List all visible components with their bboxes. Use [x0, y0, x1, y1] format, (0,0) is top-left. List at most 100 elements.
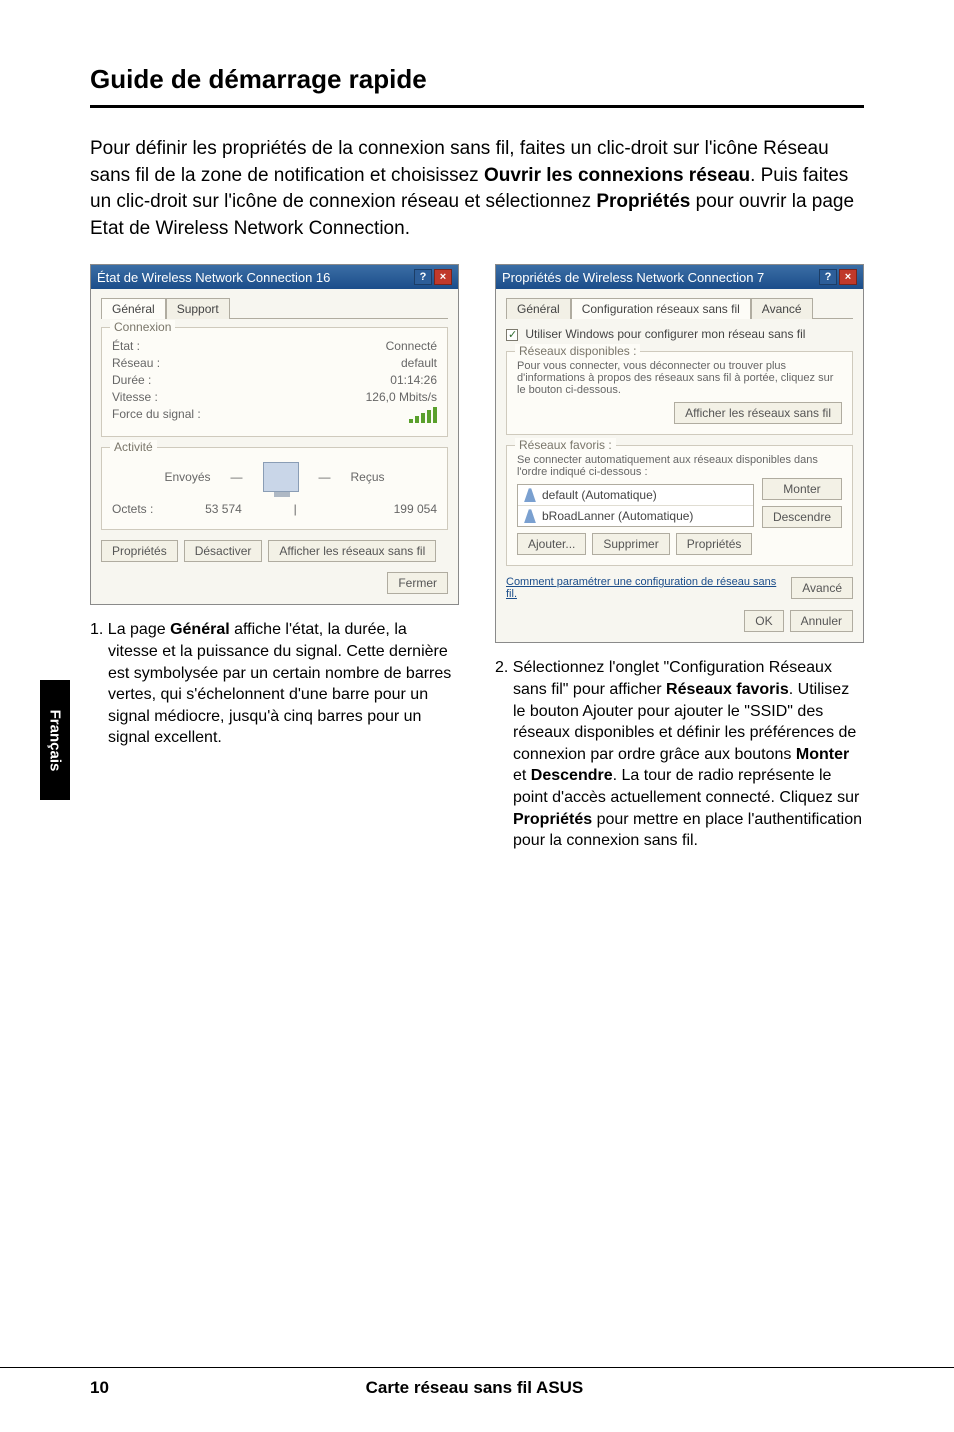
dash1: — [231, 470, 243, 484]
envoyes-value: 53 574 [153, 502, 293, 516]
status-button-row: Propriétés Désactiver Afficher les résea… [101, 540, 448, 562]
activity-group: Activité Envoyés — — Reçus Octets : 53 5… [101, 447, 448, 530]
page: Guide de démarrage rapide Pour définir l… [0, 0, 954, 1432]
duree-value: 01:14:26 [390, 373, 437, 387]
status-dialog-titlebar: État de Wireless Network Connection 16 ?… [91, 265, 458, 289]
title-rule [90, 105, 864, 108]
right-column: Propriétés de Wireless Network Connectio… [495, 264, 864, 851]
recus-value: 199 054 [297, 502, 437, 516]
afficher-reseaux-sans-fil-button[interactable]: Afficher les réseaux sans fil [674, 402, 842, 424]
preferred-desc: Se connecter automatiquement aux réseaux… [517, 454, 842, 478]
proprietes-net-button[interactable]: Propriétés [676, 533, 753, 555]
close-icon-2[interactable]: × [839, 269, 857, 285]
status-dialog-title: État de Wireless Network Connection 16 [97, 270, 330, 285]
caption-left: 1. La page Général affiche l'état, la du… [90, 619, 459, 749]
preferred-button-row: Ajouter... Supprimer Propriétés [517, 533, 842, 555]
help-icon-2[interactable]: ? [819, 269, 837, 285]
move-buttons: Monter Descendre [762, 478, 842, 533]
help-icon[interactable]: ? [414, 269, 432, 285]
properties-dialog-title: Propriétés de Wireless Network Connectio… [502, 270, 764, 285]
tower-icon [524, 488, 536, 502]
use-windows-checkbox[interactable] [506, 329, 518, 341]
signal-strength-icon [409, 407, 437, 423]
monter-button[interactable]: Monter [762, 478, 842, 500]
tab-general[interactable]: Général [101, 298, 166, 319]
available-desc: Pour vous connecter, vous déconnecter ou… [517, 360, 842, 396]
force-label: Force du signal : [112, 407, 201, 423]
vitesse-label: Vitesse : [112, 390, 158, 404]
close-icon[interactable]: × [434, 269, 452, 285]
status-footer: Fermer [101, 572, 448, 594]
supprimer-button[interactable]: Supprimer [592, 533, 669, 555]
available-btn-row: Afficher les réseaux sans fil [517, 402, 842, 424]
two-column-layout: État de Wireless Network Connection 16 ?… [90, 264, 864, 851]
product-name: Carte réseau sans fil ASUS [109, 1378, 840, 1398]
available-legend: Réseaux disponibles : [515, 344, 640, 358]
descendre-button[interactable]: Descendre [762, 506, 842, 528]
vitesse-value: 126,0 Mbits/s [366, 390, 437, 404]
tab-avance[interactable]: Avancé [751, 298, 813, 319]
config-footer-row: Comment paramétrer une configuration de … [506, 576, 853, 600]
status-dialog-body: Général Support Connexion État : Connecté… [91, 289, 458, 604]
reseau-label: Réseau : [112, 356, 160, 370]
recus-label: Reçus [351, 470, 385, 484]
use-windows-row: Utiliser Windows pour configurer mon rés… [506, 327, 853, 341]
titlebar-buttons-2: ? × [819, 269, 857, 285]
ok-button[interactable]: OK [744, 610, 783, 632]
page-number: 10 [90, 1378, 109, 1398]
sidetab-label: Français [47, 709, 64, 771]
ajouter-button[interactable]: Ajouter... [517, 533, 586, 555]
status-tabs: Général Support [101, 297, 448, 319]
properties-footer: OK Annuler [506, 610, 853, 632]
activity-row: Envoyés — — Reçus [112, 462, 437, 492]
properties-dialog-body: Général Configuration réseaux sans fil A… [496, 289, 863, 642]
afficher-reseaux-button[interactable]: Afficher les réseaux sans fil [268, 540, 436, 562]
annuler-button[interactable]: Annuler [790, 610, 853, 632]
properties-dialog-titlebar: Propriétés de Wireless Network Connectio… [496, 265, 863, 289]
etat-value: Connecté [386, 339, 437, 353]
titlebar-buttons: ? × [414, 269, 452, 285]
cap-left-rest: affiche l'état, la durée, la vitesse et … [108, 621, 451, 746]
avance-button[interactable]: Avancé [791, 577, 853, 599]
intro-b2: Propriétés [596, 191, 690, 212]
cap-r-m2: et [513, 767, 531, 784]
page-title: Guide de démarrage rapide [90, 64, 864, 95]
cap-r-b4: Propriétés [513, 811, 592, 828]
tower-icon [524, 509, 536, 523]
item1-label: default (Automatique) [542, 488, 657, 502]
connection-legend: Connexion [110, 320, 175, 334]
preferred-networks-group: Réseaux favoris : Se connecter automatiq… [506, 445, 853, 566]
properties-tabs: Général Configuration réseaux sans fil A… [506, 297, 853, 319]
tab-general-2[interactable]: Général [506, 298, 571, 319]
fermer-button[interactable]: Fermer [387, 572, 448, 594]
reseau-value: default [401, 356, 437, 370]
tab-support[interactable]: Support [166, 298, 230, 319]
caption-right: 2. Sélectionnez l'onglet "Configuration … [495, 657, 864, 851]
use-windows-label: Utiliser Windows pour configurer mon rés… [525, 327, 805, 341]
tab-config-reseaux[interactable]: Configuration réseaux sans fil [571, 298, 751, 319]
page-footer: 10 Carte réseau sans fil ASUS [0, 1367, 954, 1398]
intro-b1: Ouvrir les connexions réseau [484, 165, 750, 186]
octets-label: Octets : [112, 502, 153, 516]
properties-dialog: Propriétés de Wireless Network Connectio… [495, 264, 864, 643]
cap-r-b1: Réseaux favoris [666, 681, 789, 698]
proprietes-button[interactable]: Propriétés [101, 540, 178, 562]
left-column: État de Wireless Network Connection 16 ?… [90, 264, 459, 851]
list-item[interactable]: bRoadLanner (Automatique) [518, 506, 753, 526]
cap-left-lead: 1. La page [90, 621, 170, 638]
preferred-listbox[interactable]: default (Automatique) bRoadLanner (Autom… [517, 484, 754, 527]
cap-left-b1: Général [170, 621, 230, 638]
connection-group: Connexion État :Connecté Réseau :default… [101, 327, 448, 437]
etat-label: État : [112, 339, 140, 353]
activity-legend: Activité [110, 440, 157, 454]
envoyes-label: Envoyés [164, 470, 210, 484]
config-link[interactable]: Comment paramétrer une configuration de … [506, 576, 781, 600]
duree-label: Durée : [112, 373, 151, 387]
computer-icon [263, 462, 299, 492]
desactiver-button[interactable]: Désactiver [184, 540, 263, 562]
cap-r-b3: Descendre [531, 767, 613, 784]
intro-paragraph: Pour définir les propriétés de la connex… [90, 136, 864, 242]
dash2: — [319, 470, 331, 484]
list-item[interactable]: default (Automatique) [518, 485, 753, 506]
preferred-legend: Réseaux favoris : [515, 438, 616, 452]
